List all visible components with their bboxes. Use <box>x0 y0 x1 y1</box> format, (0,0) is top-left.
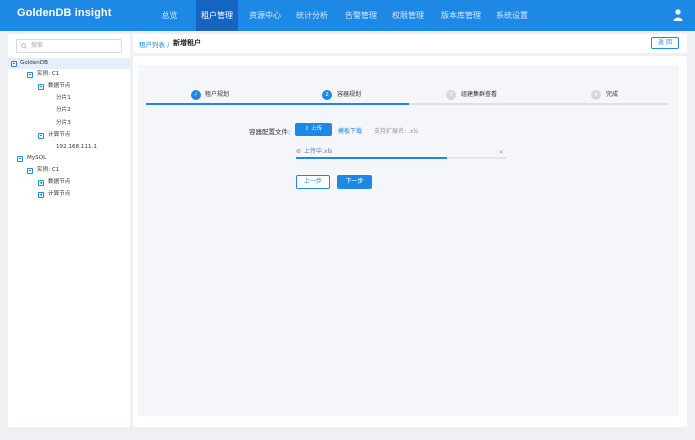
upload-progress-bar <box>296 157 506 159</box>
next-step-button[interactable]: 下一步 <box>337 175 372 189</box>
tree-node-goldendb[interactable]: GoldenDB <box>8 58 130 69</box>
tree-node-mysql-instance[interactable]: 实例: C1 <box>8 165 130 176</box>
step-2-label: 容器规划 <box>337 91 362 98</box>
collapse-icon[interactable] <box>38 83 44 90</box>
step-progress-line-pending <box>409 103 668 105</box>
nav-item-permission-management[interactable]: 权限管理 <box>387 0 429 31</box>
nav-item-version-management[interactable]: 版本库管理 <box>436 0 486 31</box>
step-4-label: 完成 <box>606 91 619 98</box>
search-input[interactable]: 搜索 <box>16 39 122 53</box>
expand-icon[interactable] <box>38 191 44 198</box>
tree-node-mysql-data-nodes[interactable]: 数据节点 <box>8 177 130 188</box>
tree-node-mysql-compute-nodes[interactable]: 计算节点 <box>8 189 130 200</box>
collapse-icon[interactable] <box>27 71 33 78</box>
collapse-icon[interactable] <box>17 155 23 162</box>
step-progress-line-complete <box>146 103 409 105</box>
nav-item-tenant-management[interactable]: 租户管理 <box>196 0 238 31</box>
tree-node-shard-2[interactable]: 分片2 <box>8 105 130 116</box>
template-download-link[interactable]: 模板下载 <box>338 126 362 135</box>
extension-hint: 支持扩展名: .xls <box>374 128 419 135</box>
tree-node-instance[interactable]: 实例: C1 <box>8 69 130 80</box>
step-3-number: 3 <box>446 90 456 100</box>
nav-item-alarm-management[interactable]: 告警管理 <box>340 0 382 31</box>
nav-item-statistics[interactable]: 统计分析 <box>291 0 333 31</box>
file-name[interactable]: 上传中.xls <box>304 148 332 156</box>
upload-button[interactable]: ⇧ 上传 <box>295 123 332 136</box>
page-title: 新增租户 <box>173 39 201 47</box>
expand-icon[interactable] <box>38 179 44 186</box>
step-3-label: 组建集群查看 <box>461 91 498 98</box>
sidebar: 搜索 GoldenDB 实例: C1 数据节点 分片1 分片2 分片3 计算节点… <box>8 34 130 427</box>
uploading-file-item: ⊘ 上传中.xls × <box>296 148 506 156</box>
collapse-icon[interactable] <box>11 60 17 67</box>
step-4-number: 4 <box>591 90 601 100</box>
step-2-number: 2 <box>322 90 332 100</box>
top-nav-bar: GoldenDB insight 总览 租户管理 资源中心 统计分析 告警管理 … <box>0 0 695 31</box>
user-icon[interactable] <box>673 9 683 21</box>
nav-item-system-settings[interactable]: 系统设置 <box>491 0 533 31</box>
tree-node-shard-1[interactable]: 分片1 <box>8 93 130 104</box>
page-header: 租户列表 / 新增租户 返 回 <box>133 34 687 53</box>
attachment-icon: ⊘ <box>296 148 302 155</box>
collapse-icon[interactable] <box>38 132 44 139</box>
config-file-label: 容器配置文件: <box>249 128 291 136</box>
remove-file-icon[interactable]: × <box>499 148 504 156</box>
app-logo[interactable]: GoldenDB insight <box>17 7 111 19</box>
wizard-card <box>138 65 679 416</box>
tree-node-compute-nodes[interactable]: 计算节点 <box>8 130 130 141</box>
back-button[interactable]: 返 回 <box>651 37 679 49</box>
upload-progress-fill <box>296 157 448 159</box>
prev-step-button[interactable]: 上一步 <box>296 175 330 189</box>
search-icon <box>21 43 27 49</box>
tree-node-shard-3[interactable]: 分片3 <box>8 118 130 129</box>
breadcrumb-tenant-list[interactable]: 租户列表 / <box>139 39 169 49</box>
search-placeholder: 搜索 <box>31 42 44 49</box>
collapse-icon[interactable] <box>27 167 33 174</box>
step-1-label: 租户规划 <box>205 91 230 98</box>
tree-node-mysql[interactable]: MySQL <box>8 153 130 164</box>
tree-node-ip[interactable]: 192.168.111.1 <box>8 142 130 153</box>
nav-item-overview[interactable]: 总览 <box>153 0 186 31</box>
nav-item-resource-center[interactable]: 资源中心 <box>244 0 286 31</box>
step-1-check-icon: ✓ <box>191 90 201 100</box>
tree-node-data-nodes[interactable]: 数据节点 <box>8 81 130 92</box>
